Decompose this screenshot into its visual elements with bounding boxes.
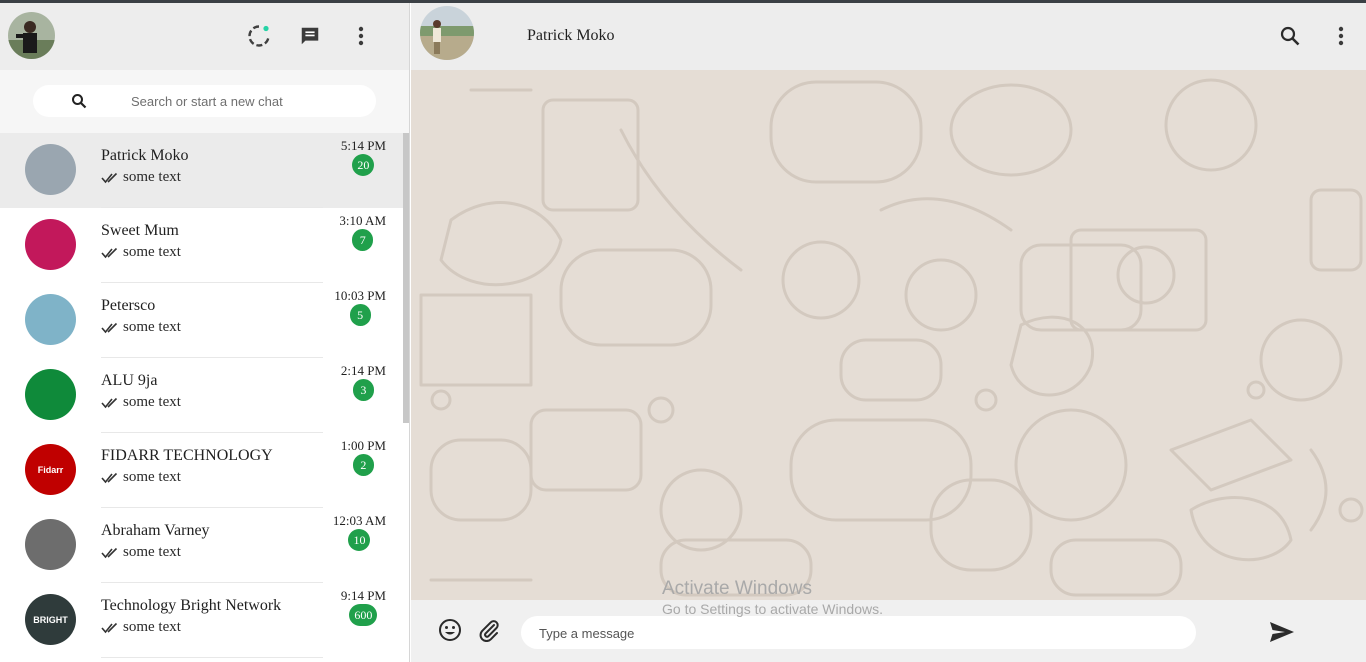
chat-list-item[interactable]: Fidarr FIDARR TECHNOLOGY some text 1:00 PM 2 (0, 433, 409, 508)
chat-preview: some text (101, 544, 181, 561)
search-box (33, 85, 376, 117)
contact-name[interactable]: Patrick Moko (527, 27, 615, 45)
chat-preview-text: some text (123, 619, 181, 635)
search-input[interactable] (131, 91, 361, 111)
message-box (521, 616, 1196, 649)
double-check-icon (101, 397, 118, 408)
chat-preview-text: some text (123, 394, 181, 410)
chat-background (411, 70, 1366, 600)
chat-preview: some text (101, 319, 181, 336)
chat-preview-text: some text (123, 544, 181, 560)
chat-avatar (25, 519, 76, 570)
chat-time: 1:00 PM (340, 438, 386, 453)
chat-list-item[interactable]: Abraham Varney some text 12:03 AM 10 (0, 508, 409, 583)
send-icon[interactable] (1269, 619, 1295, 645)
chat-preview: some text (101, 469, 181, 486)
message-input[interactable] (539, 623, 1179, 643)
chat-preview-text: some text (123, 169, 181, 185)
double-check-icon (101, 622, 118, 633)
chat-list-item[interactable]: Patrick Moko some text 5:14 PM 20 (0, 133, 409, 208)
chat-name: Sweet Mum (101, 222, 179, 239)
unread-badge: 5 (349, 304, 371, 326)
chat-preview-text: some text (123, 244, 181, 260)
chat-name: Petersco (101, 297, 156, 314)
chat-avatar-logo-text: BRIGHT (33, 614, 68, 625)
chat-time: 3:10 AM (339, 213, 386, 228)
chat-name: Patrick Moko (101, 147, 189, 164)
chat-avatar (25, 294, 76, 345)
unread-badge: 2 (352, 454, 374, 476)
unread-badge: 600 (349, 604, 378, 626)
chat-time: 9:14 PM (340, 588, 386, 603)
chat-preview: some text (101, 619, 181, 636)
new-chat-icon[interactable] (298, 24, 322, 48)
chat-preview: some text (101, 394, 181, 411)
double-check-icon (101, 172, 118, 183)
double-check-icon (101, 247, 118, 258)
unread-badge: 7 (352, 229, 374, 251)
chat-avatar (25, 144, 76, 195)
unread-badge: 10 (348, 529, 371, 551)
contact-avatar[interactable] (420, 6, 474, 60)
chat-avatar: BRIGHT (25, 594, 76, 645)
chat-list-item[interactable]: Petersco some text 10:03 PM 5 (0, 283, 409, 358)
emoji-icon[interactable] (437, 617, 463, 643)
chat-avatar (25, 219, 76, 270)
chat-preview: some text (101, 169, 181, 186)
chat-preview-text: some text (123, 319, 181, 335)
double-check-icon (101, 472, 118, 483)
unread-badge: 3 (352, 379, 374, 401)
chat-name: Abraham Varney (101, 522, 210, 539)
double-check-icon (101, 322, 118, 333)
chat-list-scrollbar[interactable] (403, 133, 409, 423)
attach-icon[interactable] (476, 617, 502, 643)
chat-name: FIDARR TECHNOLOGY (101, 447, 273, 464)
chat-preview-text: some text (123, 469, 181, 485)
chat-avatar: Fidarr (25, 444, 76, 495)
chat-time: 10:03 PM (334, 288, 386, 303)
sidebar: Patrick Moko some text 5:14 PM20 Sweet Mum s… (0, 3, 410, 662)
chat-list-item[interactable]: Sweet Mum some text 3:10 AM 7 (0, 208, 409, 283)
chat-time: 5:14 PM (340, 138, 386, 153)
search-messages-icon[interactable] (1278, 24, 1302, 48)
menu-kebab-icon[interactable] (349, 24, 373, 48)
chat-name: ALU 9ja (101, 372, 158, 389)
conversation-header: Patrick Moko (411, 3, 1366, 70)
unread-badge: 20 (352, 154, 375, 176)
chat-list-item[interactable]: ALU 9ja some text 2:14 PM 3 (0, 358, 409, 433)
status-icon[interactable] (247, 24, 271, 48)
my-avatar[interactable] (8, 12, 55, 59)
chat-avatar-logo-text: Fidarr (37, 464, 64, 475)
conversation-panel: Patrick Moko (411, 3, 1366, 662)
chat-name: Technology Bright Network (101, 597, 282, 614)
search-bar (0, 70, 409, 133)
chat-time: 12:03 AM (332, 513, 386, 528)
message-composer (411, 600, 1366, 662)
search-icon (72, 94, 87, 109)
chat-time: 2:14 PM (340, 363, 386, 378)
chat-list-item[interactable]: BRIGHT Technology Bright Network some text… (0, 583, 409, 658)
conversation-menu-icon[interactable] (1329, 24, 1353, 48)
chat-divider (101, 657, 323, 658)
chat-avatar (25, 369, 76, 420)
double-check-icon (101, 547, 118, 558)
chat-list: Patrick Moko some text 5:14 PM 20 Sweet Mum s… (0, 133, 409, 662)
chat-preview: some text (101, 244, 181, 261)
sidebar-header (0, 3, 409, 70)
